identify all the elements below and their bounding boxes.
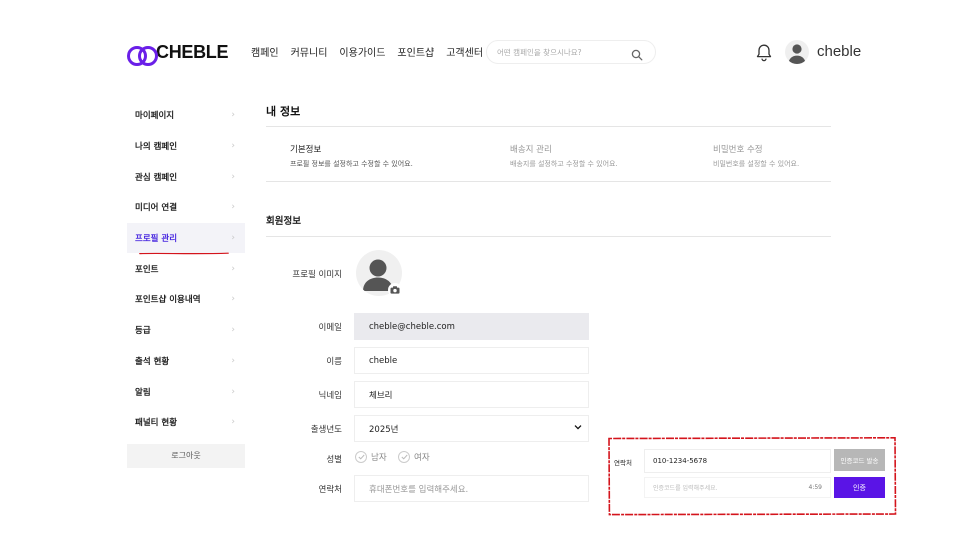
chevron-right-icon: › <box>231 141 235 152</box>
sidebar-item-label: 출석 현황 <box>135 356 170 367</box>
sidebar-item-favorite-campaign[interactable]: 관심 캠페인 › <box>127 161 245 192</box>
divider <box>266 236 831 237</box>
chevron-right-icon: › <box>231 417 235 428</box>
nickname-label: 닉네임 <box>318 391 342 401</box>
phone-field[interactable]: 휴대폰번호를 입력해주세요. <box>354 475 589 502</box>
phone-label: 연락처 <box>318 485 342 495</box>
tab-title: 배송지 관리 <box>510 145 552 155</box>
verification-highlight-box <box>607 436 897 516</box>
name-field[interactable]: cheble <box>354 347 589 374</box>
nav-item-community[interactable]: 커뮤니티 <box>291 44 328 59</box>
nickname-field[interactable]: 체브리 <box>354 381 589 408</box>
chevron-right-icon: › <box>231 171 235 182</box>
tab-title: 기본정보 <box>290 145 322 155</box>
gender-option-label: 남자 <box>371 453 387 463</box>
logo-mark-icon <box>127 45 158 66</box>
gender-option-label: 여자 <box>414 453 430 463</box>
verify-button[interactable]: 인증 <box>834 477 885 498</box>
chevron-down-icon <box>573 422 583 435</box>
search-input[interactable] <box>497 47 627 57</box>
nav-item-pointshop[interactable]: 포인트샵 <box>397 44 434 59</box>
email-label: 이메일 <box>318 323 342 333</box>
sidebar-item-label: 관심 캠페인 <box>135 172 178 183</box>
tab-title: 비밀번호 수정 <box>713 145 763 155</box>
chevron-right-icon: › <box>231 202 235 213</box>
gender-radio-male[interactable]: 남자 <box>355 451 387 463</box>
highlight-underline <box>139 252 229 255</box>
verify-phone-label: 연락처 <box>614 459 632 467</box>
birth-year-label: 출생년도 <box>310 425 342 435</box>
tab-desc: 비밀번호를 설정할 수 있어요. <box>713 160 800 168</box>
search-bar <box>486 40 656 64</box>
sidebar-item-profile[interactable]: 프로필 관리 › <box>127 222 245 254</box>
sidebar-item-label: 알림 <box>135 387 151 398</box>
sidebar-item-mypage[interactable]: 마이페이지 › <box>127 100 245 131</box>
sidebar-item-label: 마이페이지 <box>135 111 175 122</box>
tab-basic-info[interactable]: 기본정보 프로필 정보를 설정하고 수정할 수 있어요. <box>290 143 413 169</box>
sidebar-item-label: 패널티 현황 <box>135 418 178 429</box>
logo-text: CHEBLE <box>156 42 229 62</box>
chevron-right-icon: › <box>231 263 235 274</box>
chevron-right-icon: › <box>231 325 235 336</box>
verify-phone-field[interactable]: 010-1234-5678 <box>644 449 831 473</box>
logo[interactable]: CHEBLE <box>127 42 229 66</box>
divider <box>266 126 831 127</box>
sidebar-item-label: 포인트 <box>135 264 159 275</box>
logout-button[interactable]: 로그아웃 <box>127 443 245 468</box>
sidebar-item-attendance[interactable]: 출석 현황 › <box>127 346 245 377</box>
check-circle-icon <box>355 451 367 463</box>
user-avatar[interactable] <box>785 40 809 64</box>
sidebar-item-my-campaign[interactable]: 나의 캠페인 › <box>127 131 245 162</box>
sidebar-item-label: 등급 <box>135 326 151 337</box>
tab-shipping[interactable]: 배송지 관리 배송지를 설정하고 수정할 수 있어요. <box>510 143 618 169</box>
send-code-button[interactable]: 인증코드 발송 <box>834 449 885 471</box>
chevron-right-icon: › <box>231 355 235 366</box>
chevron-right-icon: › <box>231 294 235 305</box>
tab-desc: 프로필 정보를 설정하고 수정할 수 있어요. <box>290 160 413 168</box>
page-title: 내 정보 <box>266 105 301 118</box>
camera-icon[interactable] <box>388 283 402 297</box>
sidebar-item-label: 나의 캠페인 <box>135 142 178 153</box>
chevron-right-icon: › <box>231 110 235 121</box>
check-circle-icon <box>398 451 410 463</box>
bell-icon[interactable] <box>755 43 773 66</box>
sidebar-item-notifications[interactable]: 알림 › <box>127 376 245 407</box>
tab-password[interactable]: 비밀번호 수정 비밀번호를 설정할 수 있어요. <box>713 143 799 169</box>
nav-item-guide[interactable]: 이용가이드 <box>339 44 385 59</box>
gender-label: 성별 <box>326 455 342 465</box>
section-title: 회원정보 <box>266 216 301 227</box>
sidebar-item-points[interactable]: 포인트 › <box>127 253 245 284</box>
sidebar-item-label: 프로필 관리 <box>135 234 178 245</box>
sidebar-item-media-link[interactable]: 미디어 연결 › <box>127 192 245 223</box>
name-label: 이름 <box>326 357 342 367</box>
gender-radio-female[interactable]: 여자 <box>398 451 430 463</box>
email-field: cheble@cheble.com <box>354 313 589 340</box>
birth-year-value: 2025년 <box>369 424 399 435</box>
sidebar-item-grade[interactable]: 등급 › <box>127 315 245 346</box>
chevron-right-icon: › <box>231 233 235 244</box>
user-name[interactable]: cheble <box>817 43 861 60</box>
countdown-timer: 4:59 <box>808 484 822 491</box>
tab-desc: 배송지를 설정하고 수정할 수 있어요. <box>510 160 618 168</box>
chevron-right-icon: › <box>231 386 235 397</box>
sidebar-item-label: 포인트샵 이용내역 <box>135 295 201 306</box>
profile-image-label: 프로필 이미지 <box>292 270 342 280</box>
nav-item-support[interactable]: 고객센터 <box>446 44 483 59</box>
code-placeholder: 인증코드를 입력해주세요. <box>653 485 718 492</box>
sidebar-item-pointshop-history[interactable]: 포인트샵 이용내역 › <box>127 284 245 315</box>
birth-year-select[interactable]: 2025년 <box>354 415 589 442</box>
divider <box>266 181 831 182</box>
verification-code-input[interactable]: 인증코드를 입력해주세요. 4:59 <box>644 477 831 498</box>
sidebar: 마이페이지 › 나의 캠페인 › 관심 캠페인 › 미디어 연결 › 프로필 관리 › 포… <box>127 100 245 468</box>
search-icon[interactable] <box>631 46 643 65</box>
top-nav: 캠페인 커뮤니티 이용가이드 포인트샵 고객센터 <box>251 44 483 59</box>
nav-item-campaign[interactable]: 캠페인 <box>251 44 279 59</box>
sidebar-item-penalty[interactable]: 패널티 현황 › <box>127 407 245 438</box>
sidebar-item-label: 미디어 연결 <box>135 203 178 214</box>
